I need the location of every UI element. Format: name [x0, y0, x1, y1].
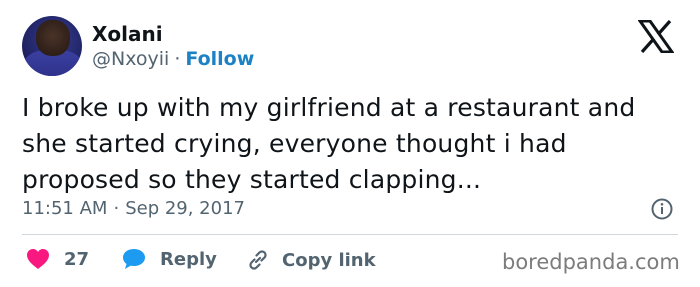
like-count: 27 — [64, 248, 90, 270]
reply-button[interactable]: Reply — [122, 248, 217, 270]
watermark: boredpanda.com — [502, 250, 680, 274]
heart-icon — [27, 249, 49, 269]
author-handle[interactable]: @Nxoyii — [92, 48, 169, 70]
tweet-timestamp[interactable]: 11:51 AM · Sep 29, 2017 — [22, 198, 245, 219]
tweet-date: Sep 29, 2017 — [125, 198, 245, 219]
copy-link-button[interactable]: Copy link — [246, 248, 376, 272]
copy-link-label: Copy link — [282, 249, 376, 271]
author-handle-row: @Nxoyii · Follow — [92, 48, 254, 70]
info-icon[interactable] — [650, 197, 674, 221]
reply-label: Reply — [160, 248, 217, 270]
divider — [22, 234, 678, 235]
avatar[interactable] — [22, 16, 82, 76]
reply-bubble-icon — [123, 249, 145, 269]
handle-separator: · — [174, 48, 181, 70]
link-icon — [249, 250, 267, 270]
timestamp-separator: · — [113, 198, 120, 219]
tweet-text: I broke up with my girlfriend at a resta… — [22, 93, 636, 194]
follow-button[interactable]: Follow — [185, 48, 254, 70]
author-name[interactable]: Xolani — [92, 22, 163, 46]
x-logo-icon[interactable] — [638, 20, 674, 53]
avatar-face — [36, 20, 70, 56]
tweet-time: 11:51 AM — [22, 198, 108, 219]
like-button[interactable]: 27 — [26, 248, 89, 270]
